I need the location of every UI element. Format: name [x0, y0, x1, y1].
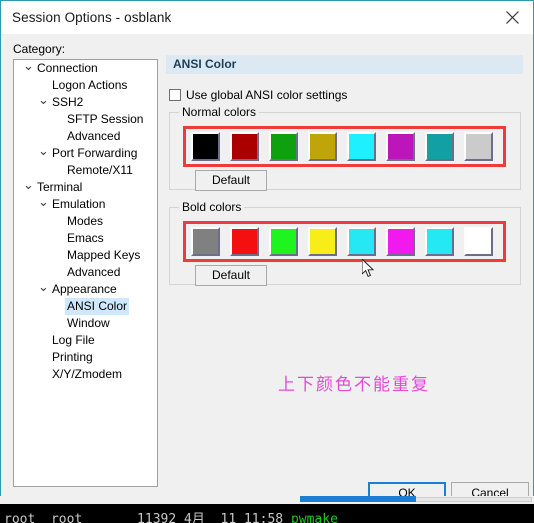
tree-item-label: Emacs — [67, 231, 104, 245]
normal-color-swatch-2[interactable] — [269, 132, 298, 161]
tree-item-label: Advanced — [67, 265, 121, 279]
normal-color-swatch-6[interactable] — [425, 132, 454, 161]
tree-item-log-file[interactable]: Log File — [14, 332, 157, 349]
chevron-down-icon[interactable]: ⌄ — [37, 280, 50, 293]
scroll-strip — [0, 496, 534, 504]
category-tree[interactable]: ⌄ Connection Logon Actions ⌄ SSH2 SFTP Sessio… — [13, 59, 158, 487]
horizontal-scrollbar-thumb[interactable] — [300, 496, 382, 502]
tree-item-connection[interactable]: ⌄ Connection — [14, 60, 157, 77]
close-icon[interactable] — [491, 1, 533, 33]
bold-color-swatch-4[interactable] — [347, 227, 376, 256]
use-global-ansi-checkbox[interactable] — [169, 89, 181, 101]
tree-item-sftp-session[interactable]: SFTP Session — [14, 111, 157, 128]
tree-item-window[interactable]: Window — [14, 315, 157, 332]
horizontal-scrollbar-thumb-end[interactable] — [380, 496, 416, 502]
chevron-down-icon[interactable]: ⌄ — [37, 93, 50, 106]
tree-item-label: SFTP Session — [67, 112, 144, 126]
use-global-ansi-label: Use global ANSI color settings — [186, 88, 348, 102]
category-label: Category: — [13, 42, 66, 56]
tree-item-logon-actions[interactable]: Logon Actions — [14, 77, 157, 94]
tree-item-label: Printing — [52, 350, 93, 364]
tree-item-mapped-keys[interactable]: Mapped Keys — [14, 247, 157, 264]
bold-color-swatch-5[interactable] — [386, 227, 415, 256]
tree-item-label: Advanced — [67, 129, 121, 143]
chevron-down-icon[interactable]: ⌄ — [37, 144, 50, 157]
tree-item-label: X/Y/Zmodem — [52, 367, 123, 381]
tree-item-printing[interactable]: Printing — [14, 349, 157, 366]
tree-item-label: Log File — [52, 333, 95, 347]
tree-item-appearance[interactable]: ⌄ Appearance — [14, 280, 157, 298]
normal-colors-title: Normal colors — [179, 105, 260, 119]
session-options-dialog: Session Options - osblank Category: ⌄ Con… — [0, 0, 534, 505]
tree-item-label: SSH2 — [52, 95, 84, 109]
terminal-filename: pwmake — [290, 512, 338, 523]
normal-color-swatch-3[interactable] — [308, 132, 337, 161]
bold-color-swatch-3[interactable] — [308, 227, 337, 256]
window-title: Session Options - osblank — [12, 10, 172, 25]
tree-item-label: Window — [67, 316, 110, 330]
tree-item-label: ANSI Color — [65, 298, 130, 315]
bold-color-swatch-0[interactable] — [191, 227, 220, 256]
normal-color-swatch-0[interactable] — [191, 132, 220, 161]
bold-color-swatch-2[interactable] — [269, 227, 298, 256]
tree-item-label: Logon Actions — [52, 78, 128, 92]
tree-item-remote-x11[interactable]: Remote/X11 — [14, 162, 157, 179]
tree-item-label: Mapped Keys — [67, 248, 141, 262]
tree-item-advanced[interactable]: Advanced — [14, 264, 157, 281]
bold-color-swatch-6[interactable] — [425, 227, 454, 256]
normal-color-swatch-7[interactable] — [464, 132, 493, 161]
tree-item-label: Port Forwarding — [52, 146, 138, 160]
tree-item-label: Emulation — [52, 197, 106, 211]
terminal-text: root root 11392 4月 11 11:58 — [4, 512, 291, 523]
tree-item-ssh2[interactable]: ⌄ SSH2 — [14, 93, 157, 111]
normal-default-button[interactable]: Default — [195, 170, 267, 191]
tree-item-emulation[interactable]: ⌄ Emulation — [14, 195, 157, 213]
tree-item-label: Remote/X11 — [67, 163, 133, 177]
chevron-down-icon[interactable]: ⌄ — [22, 178, 35, 191]
terminal-output-strip[interactable]: root root 11392 4月 11 11:58 pwmake — [0, 504, 534, 523]
tree-item-x-y-zmodem[interactable]: X/Y/Zmodem — [14, 366, 157, 383]
tree-item-advanced[interactable]: Advanced — [14, 128, 157, 145]
chevron-down-icon[interactable]: ⌄ — [37, 195, 50, 208]
tree-item-label: Connection — [37, 61, 98, 75]
title-bar: Session Options - osblank — [1, 1, 533, 34]
use-global-ansi-checkbox-row[interactable]: Use global ANSI color settings — [169, 88, 347, 102]
tree-item-terminal[interactable]: ⌄ Terminal — [14, 178, 157, 196]
normal-color-swatch-1[interactable] — [230, 132, 259, 161]
bold-color-swatches[interactable] — [191, 227, 493, 256]
chevron-down-icon[interactable]: ⌄ — [22, 60, 35, 72]
tree-item-port-forwarding[interactable]: ⌄ Port Forwarding — [14, 144, 157, 162]
page-title: ANSI Color — [166, 55, 523, 74]
normal-color-swatches[interactable] — [191, 132, 493, 161]
normal-color-swatch-5[interactable] — [386, 132, 415, 161]
annotation-text: 上下颜色不能重复 — [278, 375, 430, 395]
bold-color-swatch-1[interactable] — [230, 227, 259, 256]
tree-item-label: Appearance — [52, 282, 117, 296]
tree-item-label: Modes — [67, 214, 104, 228]
tree-item-ansi-color[interactable]: ANSI Color — [14, 298, 157, 315]
bold-colors-title: Bold colors — [179, 200, 245, 214]
bold-color-swatch-7[interactable] — [464, 227, 493, 256]
tree-item-modes[interactable]: Modes — [14, 213, 157, 230]
terminal-line: root root 11392 4月 11 11:58 pwmake — [4, 508, 338, 523]
horizontal-scrollbar-track[interactable] — [414, 497, 532, 502]
ansi-color-pane: ANSI Color Use global ANSI color setting… — [166, 55, 523, 455]
tree-item-emacs[interactable]: Emacs — [14, 230, 157, 247]
bold-default-button[interactable]: Default — [195, 265, 267, 286]
normal-color-swatch-4[interactable] — [347, 132, 376, 161]
